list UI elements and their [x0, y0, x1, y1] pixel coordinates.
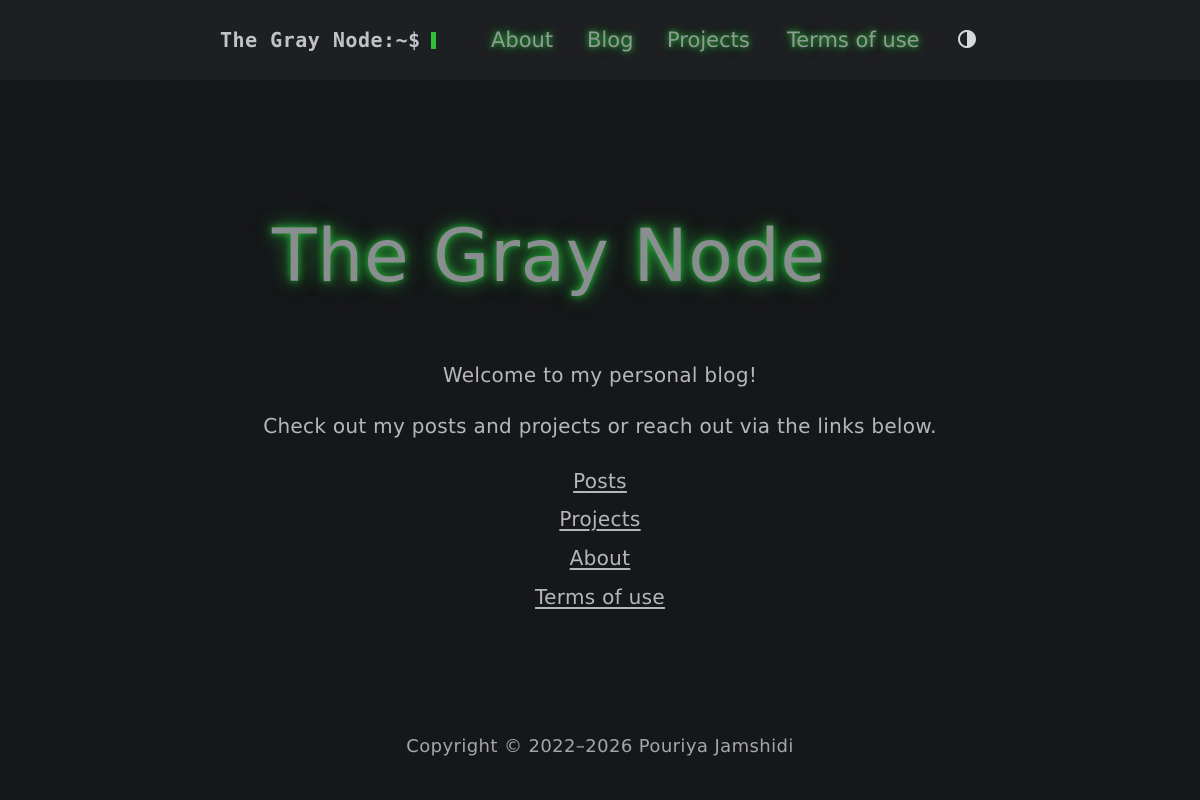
theme-toggle-button[interactable]	[957, 29, 977, 49]
footer-copyright: Copyright © 2022–2026 Pouriya Jamshidi	[406, 736, 794, 757]
nav-about-link[interactable]: About	[491, 26, 553, 54]
nav-blog-link[interactable]: Blog	[587, 26, 633, 54]
terms-link-row: Terms of use	[0, 585, 1200, 609]
welcome-text: Welcome to my personal blog!	[442, 363, 758, 387]
nav-terms-link[interactable]: Terms of use	[787, 26, 920, 54]
top-header: The Gray Node:~$ About Blog Projects Ter…	[0, 0, 1200, 80]
nav-projects-link[interactable]: Projects	[667, 26, 750, 54]
about-link[interactable]: About	[570, 546, 631, 570]
posts-link-row: Posts	[0, 469, 1200, 493]
terminal-cursor-icon	[430, 31, 436, 49]
terms-of-use-link[interactable]: Terms of use	[535, 585, 665, 609]
projects-link[interactable]: Projects	[559, 507, 640, 531]
hero-title: The Gray Node	[272, 214, 826, 299]
projects-link-row: Projects	[0, 507, 1200, 531]
site-brand-text: The Gray Node:~$	[220, 28, 421, 52]
intro-text: Check out my posts and projects or reach…	[263, 414, 937, 438]
site-brand-link[interactable]: The Gray Node:~$	[220, 26, 436, 54]
about-link-row: About	[0, 546, 1200, 570]
contrast-icon	[958, 30, 976, 48]
posts-link[interactable]: Posts	[573, 469, 627, 493]
